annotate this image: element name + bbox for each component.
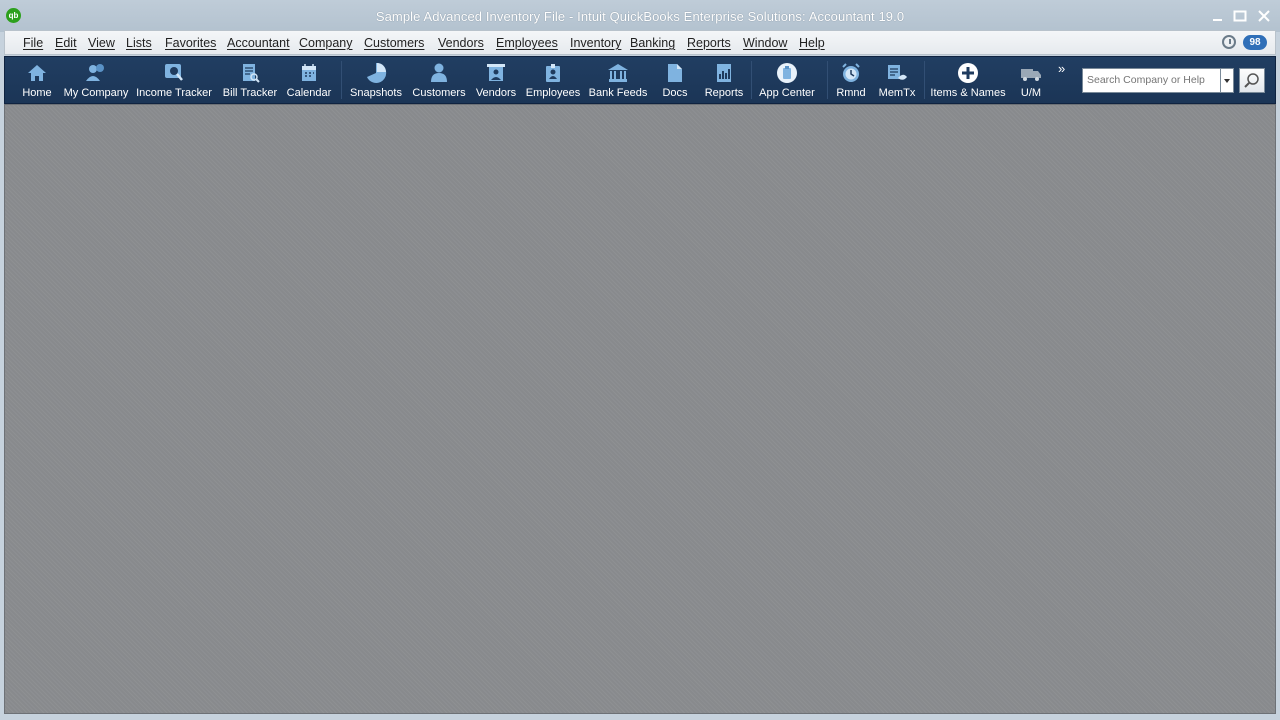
toolbar-label: Bill Tracker — [222, 87, 278, 99]
toolbar-label: Income Tracker — [136, 87, 212, 99]
toolbar-label: Employees — [525, 87, 581, 99]
menu-employees[interactable]: Employees — [496, 36, 558, 50]
toolbar-reminders-button[interactable]: Rmnd — [836, 57, 866, 103]
menu-reports[interactable]: Reports — [687, 36, 731, 50]
toolbar-label: My Company — [63, 87, 129, 99]
bill-tracker-icon — [243, 64, 260, 83]
menu-file[interactable]: File — [23, 36, 43, 50]
title-bar[interactable]: qb Sample Advanced Inventory File - Intu… — [0, 0, 1280, 32]
toolbar-label: Home — [22, 87, 52, 99]
window-title: Sample Advanced Inventory File - Intuit … — [375, 9, 905, 24]
toolbar-docs-button[interactable]: Docs — [661, 57, 689, 103]
toolbar-bill-tracker-button[interactable]: Bill Tracker — [223, 57, 277, 103]
menu-favorites[interactable]: Favorites — [165, 36, 216, 50]
reminder-clock-icon — [842, 63, 860, 82]
toolbar-label: Items & Names — [930, 87, 1006, 99]
document-icon — [668, 64, 682, 82]
search-icon — [1244, 73, 1259, 88]
home-icon — [28, 65, 46, 81]
toolbar-my-company-button[interactable]: My Company — [64, 57, 128, 103]
menu-inventory[interactable]: Inventory — [570, 36, 621, 50]
reminders-alarm-icon[interactable] — [1222, 35, 1236, 49]
workspace-area[interactable] — [4, 104, 1276, 714]
toolbar-reports-button[interactable]: Reports — [705, 57, 743, 103]
icon-bar: Home My Company Income Tracker Bill Trac… — [4, 56, 1276, 104]
menu-window[interactable]: Window — [743, 36, 787, 50]
close-icon — [1258, 10, 1270, 22]
toolbar-label: Reports — [704, 87, 744, 99]
search-input[interactable] — [1087, 74, 1213, 86]
menu-bar: File Edit View Lists Favorites Accountan… — [4, 30, 1276, 55]
toolbar-bank-feeds-button[interactable]: Bank Feeds — [589, 57, 647, 103]
toolbar-customers-button[interactable]: Customers — [412, 57, 466, 103]
menu-company[interactable]: Company — [299, 36, 353, 50]
search-scope-dropdown[interactable] — [1220, 68, 1234, 93]
toolbar-label: Calendar — [286, 87, 332, 99]
toolbar-overflow-chevron-icon[interactable]: » — [1058, 61, 1065, 76]
toolbar-label: MemTx — [878, 87, 916, 99]
menu-banking[interactable]: Banking — [630, 36, 675, 50]
toolbar-app-center-button[interactable]: App Center — [759, 57, 815, 103]
minimize-button[interactable] — [1210, 9, 1226, 23]
memorized-transactions-icon — [888, 65, 907, 80]
toolbar-label: Snapshots — [350, 87, 402, 99]
truck-icon — [1021, 69, 1041, 81]
menu-view[interactable]: View — [88, 36, 115, 50]
my-company-icon — [86, 64, 104, 81]
income-tracker-icon — [165, 64, 183, 81]
bank-icon — [608, 64, 628, 82]
maximize-icon — [1233, 10, 1247, 22]
vendor-icon — [487, 64, 505, 81]
toolbar-employees-button[interactable]: Employees — [526, 57, 580, 103]
toolbar-calendar-button[interactable]: Calendar — [287, 57, 331, 103]
toolbar-label: U/M — [1020, 87, 1042, 99]
toolbar-income-tracker-button[interactable]: Income Tracker — [136, 57, 212, 103]
toolbar-snapshots-button[interactable]: Snapshots — [350, 57, 402, 103]
toolbar-items-names-button[interactable]: Items & Names — [930, 57, 1006, 103]
toolbar-um-button[interactable]: U/M — [1018, 57, 1044, 103]
report-icon — [717, 64, 731, 82]
employee-badge-icon — [546, 64, 560, 82]
menu-vendors[interactable]: Vendors — [438, 36, 484, 50]
toolbar-label: Bank Feeds — [588, 87, 648, 99]
search-button[interactable] — [1239, 68, 1265, 93]
customer-icon — [431, 63, 447, 82]
menu-customers[interactable]: Customers — [364, 36, 424, 50]
toolbar-label: Vendors — [475, 87, 517, 99]
close-button[interactable] — [1256, 9, 1272, 23]
toolbar-memtx-button[interactable]: MemTx — [879, 57, 915, 103]
maximize-button[interactable] — [1232, 9, 1248, 23]
toolbar-vendors-button[interactable]: Vendors — [476, 57, 516, 103]
menu-lists[interactable]: Lists — [126, 36, 152, 50]
toolbar-label: Customers — [412, 87, 466, 99]
search-box[interactable] — [1082, 68, 1221, 93]
pie-chart-icon — [367, 62, 387, 83]
quickbooks-window: qb Sample Advanced Inventory File - Intu… — [0, 0, 1280, 720]
toolbar-label: Rmnd — [836, 87, 866, 99]
toolbar-label: Docs — [662, 87, 688, 99]
minimize-icon — [1213, 19, 1222, 21]
menu-help[interactable]: Help — [799, 36, 825, 50]
calendar-icon — [302, 64, 316, 81]
plus-circle-icon — [958, 63, 978, 83]
app-center-icon — [777, 63, 797, 83]
menu-accountant[interactable]: Accountant — [227, 36, 290, 50]
menu-edit[interactable]: Edit — [55, 36, 77, 50]
status-bar — [0, 714, 1280, 720]
alert-count-badge[interactable]: 98 — [1243, 35, 1267, 50]
toolbar-home-button[interactable]: Home — [22, 57, 52, 103]
toolbar-label: App Center — [759, 87, 815, 99]
